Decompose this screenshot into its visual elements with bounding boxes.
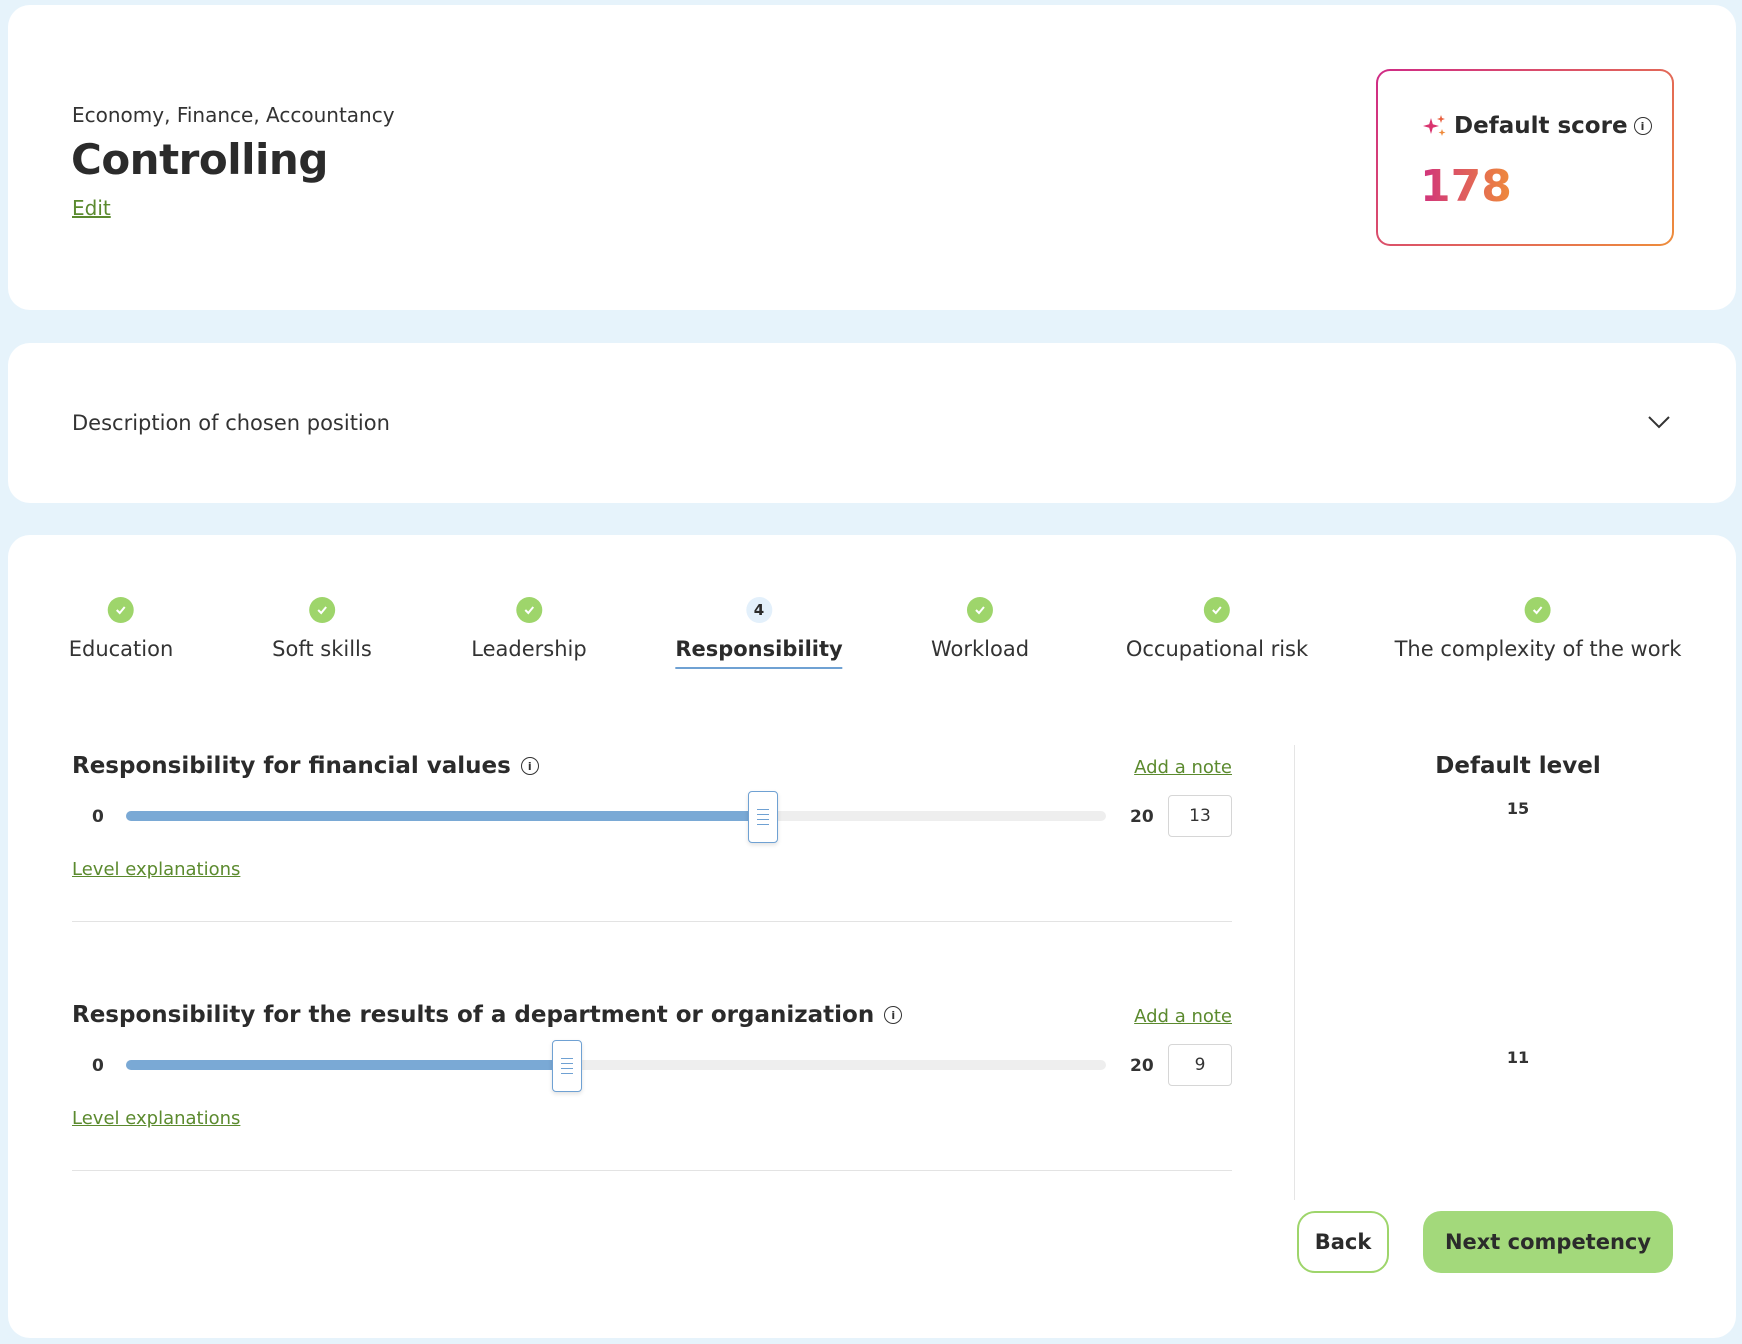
step-label: Leadership bbox=[471, 637, 587, 661]
info-icon[interactable]: i bbox=[884, 1006, 903, 1024]
check-icon bbox=[515, 597, 542, 623]
default-level-title: Default level bbox=[1435, 753, 1601, 779]
edit-link[interactable]: Edit bbox=[72, 196, 111, 220]
sparkle-icon bbox=[1423, 115, 1446, 136]
check-icon bbox=[1204, 597, 1230, 623]
step-workload[interactable]: Workload bbox=[931, 597, 1029, 661]
default-score-heading: Default score i bbox=[1422, 113, 1652, 139]
step-label: Occupational risk bbox=[1125, 637, 1309, 661]
level-slider[interactable] bbox=[126, 791, 1106, 843]
slider-min-label: 0 bbox=[92, 807, 104, 827]
slider-max-label: 20 bbox=[1130, 1056, 1154, 1076]
level-value-input[interactable] bbox=[1168, 795, 1232, 837]
slider-handle[interactable] bbox=[748, 791, 778, 843]
vertical-divider bbox=[1294, 745, 1295, 1200]
default-score-card: Default score i 178 bbox=[1376, 69, 1674, 246]
step-label: Workload bbox=[930, 637, 1030, 661]
criterion-title: Responsibility for the results of a depa… bbox=[72, 1002, 903, 1028]
competency-stepper: Education Soft skills Leadership 4 Respo… bbox=[8, 597, 1736, 687]
competency-card: Education Soft skills Leadership 4 Respo… bbox=[8, 535, 1736, 1338]
step-complexity-of-work[interactable]: The complexity of the work bbox=[1394, 597, 1682, 661]
criterion-title: Responsibility for financial values i bbox=[72, 753, 539, 779]
criterion-title-text: Responsibility for the results of a depa… bbox=[72, 1002, 875, 1028]
check-icon bbox=[308, 597, 335, 623]
criterion-financial-values: Responsibility for financial values i Ad… bbox=[72, 753, 1232, 953]
level-explanations-link[interactable]: Level explanations bbox=[72, 1108, 240, 1129]
step-responsibility[interactable]: 4 Responsibility bbox=[675, 597, 843, 669]
check-icon bbox=[1525, 597, 1551, 623]
slider-fill bbox=[126, 811, 763, 821]
info-icon[interactable]: i bbox=[1633, 117, 1652, 135]
criterion-department-results: Responsibility for the results of a depa… bbox=[72, 1002, 1232, 1202]
slider-handle[interactable] bbox=[552, 1040, 582, 1092]
step-label: The complexity of the work bbox=[1394, 637, 1682, 661]
level-explanations-link[interactable]: Level explanations bbox=[72, 859, 240, 880]
back-button[interactable]: Back bbox=[1297, 1211, 1389, 1273]
next-competency-button[interactable]: Next competency bbox=[1423, 1211, 1673, 1273]
position-category: Economy, Finance, Accountancy bbox=[72, 103, 395, 127]
level-value-input[interactable] bbox=[1168, 1044, 1232, 1086]
step-number: 4 bbox=[746, 597, 772, 623]
grip-icon bbox=[757, 809, 769, 825]
add-note-link[interactable]: Add a note bbox=[1134, 1006, 1232, 1027]
slider-max-label: 20 bbox=[1130, 807, 1154, 827]
slider-fill bbox=[126, 1060, 567, 1070]
default-score-value: 178 bbox=[1420, 161, 1512, 212]
description-label: Description of chosen position bbox=[72, 411, 390, 435]
chevron-down-icon[interactable] bbox=[1646, 409, 1672, 435]
step-occupational-risk[interactable]: Occupational risk bbox=[1126, 597, 1308, 661]
check-icon bbox=[967, 597, 993, 623]
step-label: Responsibility bbox=[675, 637, 843, 669]
default-score-label: Default score bbox=[1454, 113, 1628, 139]
position-header-card: Economy, Finance, Accountancy Controllin… bbox=[8, 5, 1736, 310]
level-slider[interactable] bbox=[126, 1040, 1106, 1092]
step-leadership[interactable]: Leadership bbox=[471, 597, 587, 661]
grip-icon bbox=[561, 1058, 573, 1074]
add-note-link[interactable]: Add a note bbox=[1134, 757, 1232, 778]
divider bbox=[72, 1170, 1232, 1171]
divider bbox=[72, 921, 1232, 922]
info-icon[interactable]: i bbox=[520, 757, 539, 775]
description-accordion[interactable]: Description of chosen position bbox=[8, 343, 1736, 503]
step-education[interactable]: Education bbox=[68, 597, 174, 661]
step-label: Education bbox=[68, 637, 174, 661]
step-soft-skills[interactable]: Soft skills bbox=[272, 597, 372, 661]
criterion-title-text: Responsibility for financial values bbox=[72, 753, 511, 779]
default-level-value: 11 bbox=[1506, 1048, 1530, 1067]
check-icon bbox=[108, 597, 134, 623]
slider-min-label: 0 bbox=[92, 1056, 104, 1076]
step-label: Soft skills bbox=[272, 637, 372, 661]
page-title: Controlling bbox=[71, 135, 328, 184]
default-level-value: 15 bbox=[1506, 799, 1530, 818]
